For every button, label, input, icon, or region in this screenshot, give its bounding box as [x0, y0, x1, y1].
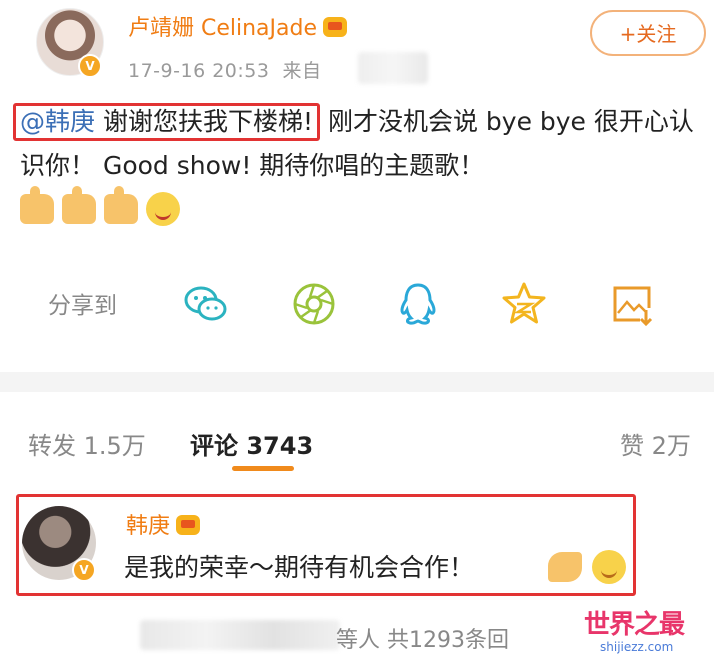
wechat-icon[interactable]	[182, 280, 230, 328]
save-image-icon[interactable]	[608, 280, 656, 328]
blurred-reply-users	[140, 620, 340, 650]
watermark-url: shijiezz.com	[600, 640, 674, 654]
replies-link[interactable]: 等人 共1293条回	[336, 622, 509, 654]
verified-badge-icon: V	[72, 558, 96, 582]
thumbs-up-icon	[104, 186, 139, 224]
section-divider	[0, 372, 714, 392]
tab-likes[interactable]: 赞 2万	[620, 426, 691, 461]
highlight-box: @韩庚 谢谢您扶我下楼梯!	[13, 103, 320, 141]
tab-comments[interactable]: 评论 3743	[190, 426, 313, 461]
mention-link[interactable]: @韩庚	[20, 107, 95, 136]
thumbs-up-icon	[62, 186, 97, 224]
post-meta: 17-9-16 20:53 来自	[128, 56, 322, 83]
qq-icon[interactable]	[394, 280, 442, 328]
active-tab-indicator	[232, 466, 294, 471]
clap-icon	[548, 552, 582, 582]
vip-crown-icon	[176, 515, 201, 535]
thumbs-up-icon	[20, 186, 54, 224]
moments-icon[interactable]	[290, 280, 338, 328]
follow-button[interactable]: +关注	[590, 10, 706, 56]
post-timestamp: 17-9-16 20:53	[128, 60, 270, 82]
post-source: 来自	[282, 60, 322, 82]
comment-text: 是我的荣幸～期待有机会合作！	[124, 553, 475, 582]
post-text: @韩庚 谢谢您扶我下楼梯! 刚才没机会说 bye bye 很开心认识你！ Goo…	[13, 100, 700, 188]
share-label: 分享到	[48, 293, 117, 319]
tab-reposts[interactable]: 转发 1.5万	[28, 426, 146, 461]
tongue-smile-icon	[146, 192, 181, 226]
blurred-source	[358, 52, 428, 84]
comment-username[interactable]: 韩庚	[126, 508, 201, 540]
verified-badge-icon: V	[78, 54, 102, 78]
vip-crown-icon	[323, 17, 348, 37]
post-emoji-row	[20, 186, 183, 226]
qzone-icon[interactable]	[500, 280, 548, 328]
smile-icon	[592, 550, 626, 584]
watermark-logo: 世界之最	[584, 610, 685, 640]
highlighted-text: 谢谢您扶我下楼梯!	[102, 107, 313, 136]
post-username[interactable]: 卢靖姗 CelinaJade	[128, 10, 348, 42]
